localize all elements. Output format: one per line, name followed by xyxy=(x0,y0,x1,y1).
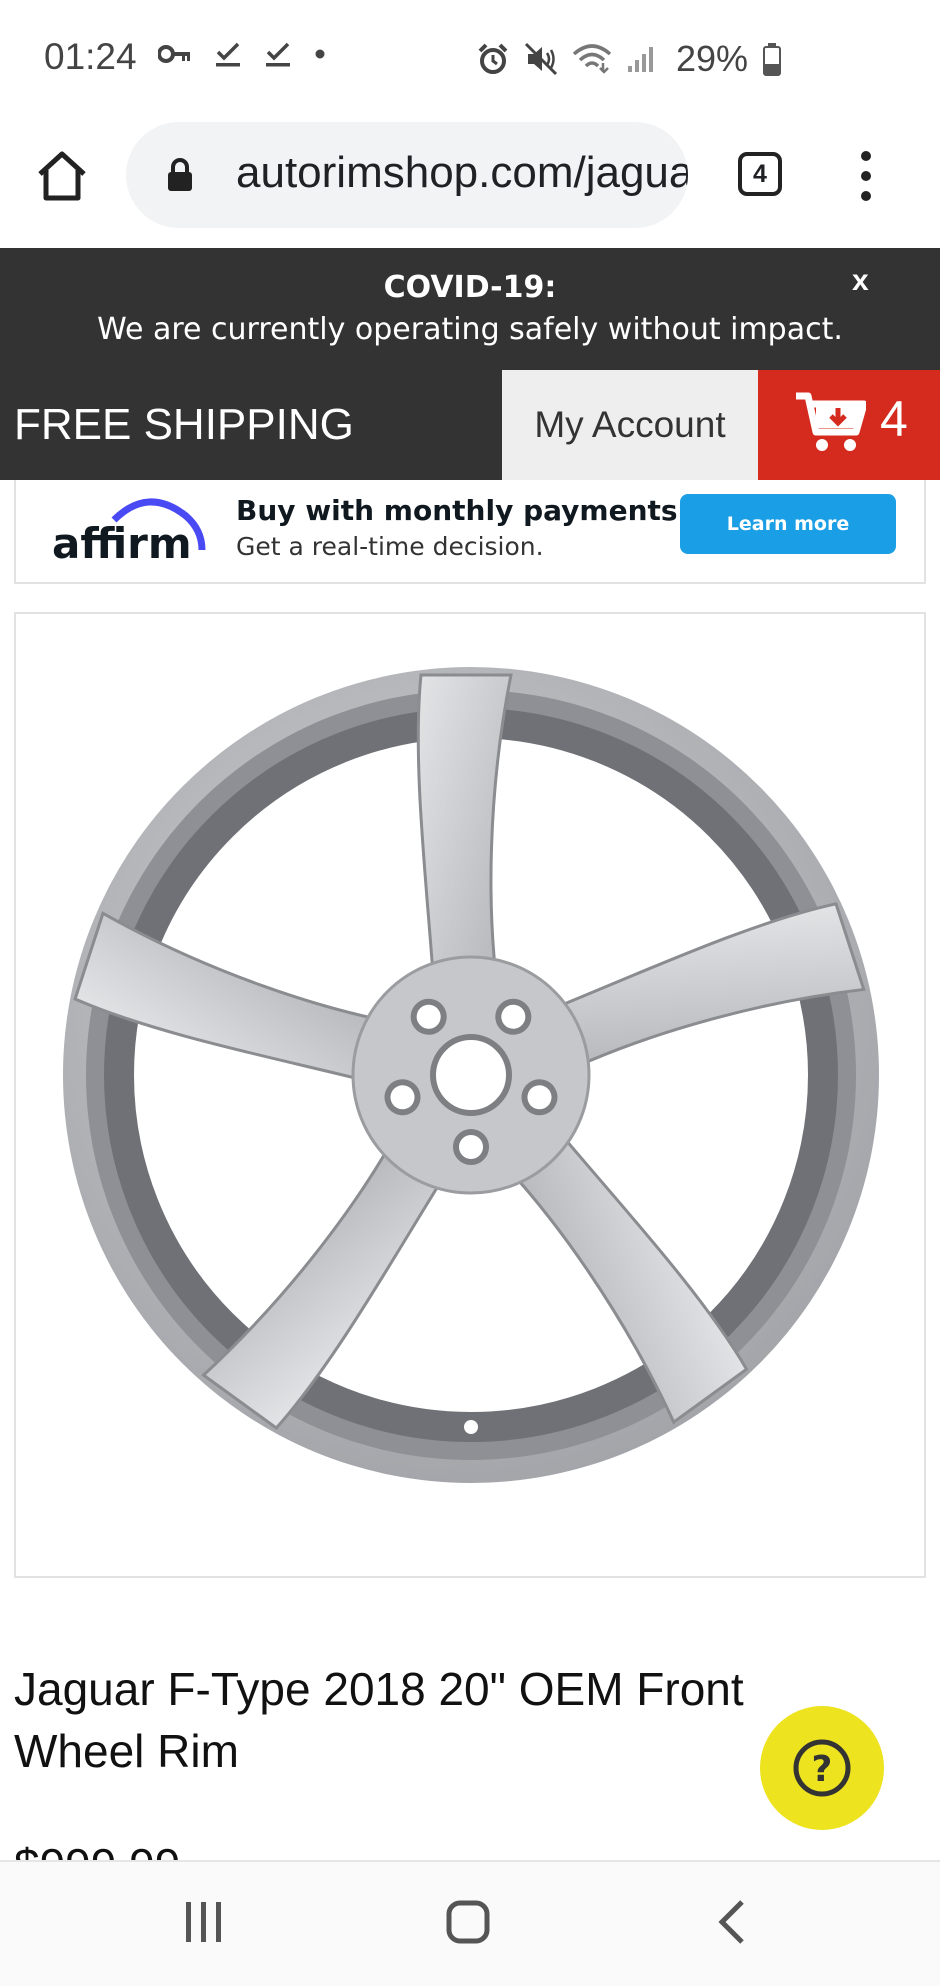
product-title: Jaguar F-Type 2018 20" OEM Front Wheel R… xyxy=(14,1663,744,1777)
key-icon xyxy=(158,45,190,63)
more-menu-icon[interactable] xyxy=(852,150,880,202)
recent-apps-icon[interactable] xyxy=(184,1900,224,1944)
alarm-icon xyxy=(478,43,508,74)
site-header: FREE SHIPPING My Account 4 xyxy=(0,370,940,480)
tab-switcher-button[interactable]: 4 xyxy=(738,152,782,196)
covid-close-button[interactable]: x xyxy=(852,264,869,298)
task-done-icon xyxy=(266,42,290,67)
affirm-subtitle: Get a real-time decision. xyxy=(236,532,544,561)
help-button[interactable]: ? xyxy=(760,1706,884,1830)
battery-percent: 29% xyxy=(676,38,749,79)
browser-toolbar: autorimshop.com/jaguar 4 xyxy=(0,118,940,246)
cart-button[interactable]: 4 xyxy=(758,370,940,480)
url-text: autorimshop.com/jaguar xyxy=(236,148,688,197)
home-nav-icon[interactable] xyxy=(446,1900,490,1944)
free-shipping-label: FREE SHIPPING xyxy=(0,370,502,480)
affirm-promo: affirm Buy with monthly payments Get a r… xyxy=(14,480,926,584)
home-icon[interactable] xyxy=(34,148,90,204)
lock-icon xyxy=(168,158,192,191)
notification-dot-icon xyxy=(315,49,325,59)
affirm-title: Buy with monthly payments xyxy=(236,494,678,527)
status-time: 01:24 xyxy=(44,36,137,77)
mute-icon xyxy=(524,42,558,76)
learn-more-button[interactable]: Learn more xyxy=(680,494,896,554)
wheel-rim-image xyxy=(63,667,879,1483)
covid-message: We are currently operating safely withou… xyxy=(97,312,843,347)
help-icon: ? xyxy=(793,1739,851,1797)
battery-icon xyxy=(763,43,782,76)
cart-count: 4 xyxy=(880,391,908,447)
product-image[interactable] xyxy=(14,612,926,1578)
my-account-link[interactable]: My Account xyxy=(502,370,758,480)
svg-text:affirm: affirm xyxy=(52,519,192,568)
signal-icon xyxy=(628,47,653,72)
back-icon[interactable] xyxy=(716,1898,746,1946)
covid-banner: COVID-19: We are currently operating saf… xyxy=(0,248,940,370)
cart-icon xyxy=(796,392,866,451)
status-icons-left xyxy=(158,40,326,68)
svg-text:?: ? xyxy=(812,1749,833,1790)
status-bar: 01:24 29% xyxy=(0,0,940,118)
wifi-icon xyxy=(572,44,612,74)
covid-title: COVID-19: xyxy=(383,270,557,305)
system-nav-bar xyxy=(0,1860,940,1986)
task-done-icon xyxy=(216,42,240,67)
affirm-logo: affirm xyxy=(52,498,206,568)
address-bar[interactable]: autorimshop.com/jaguar xyxy=(126,122,688,228)
status-icons-right: 29% xyxy=(476,38,782,80)
